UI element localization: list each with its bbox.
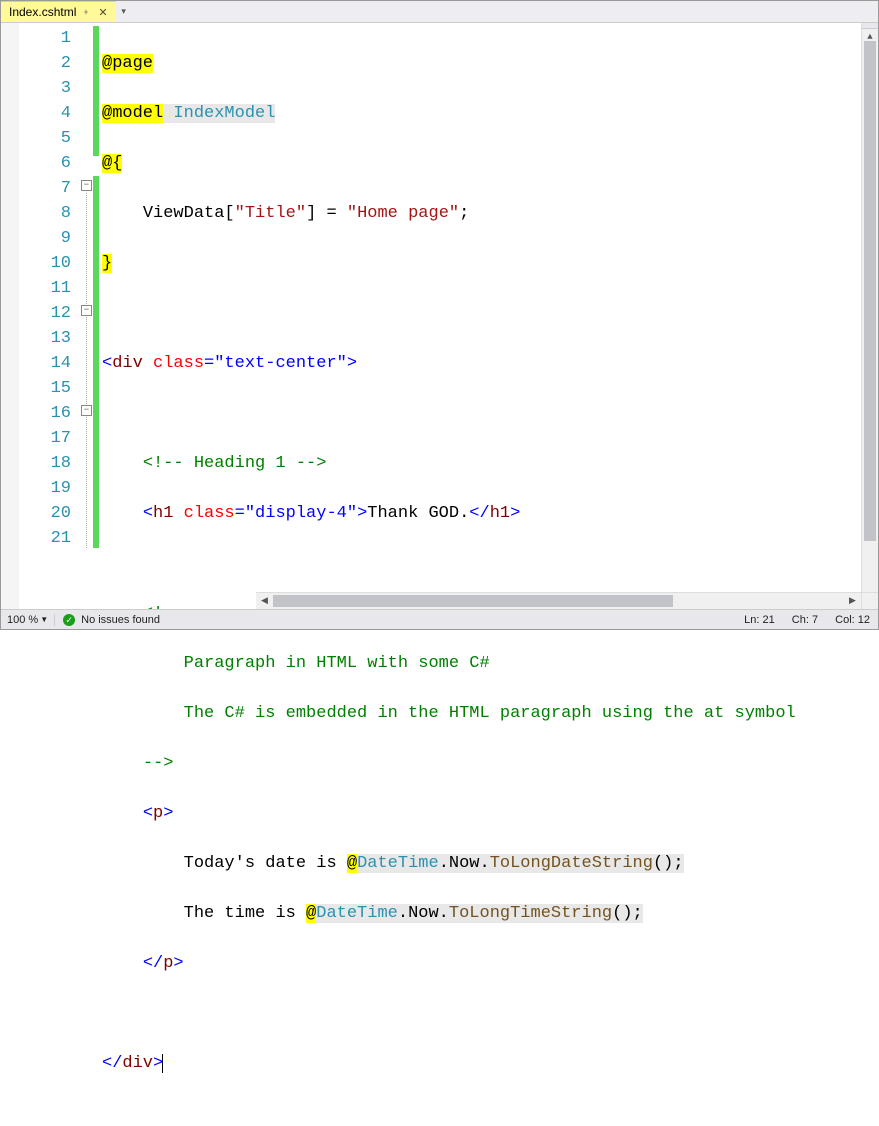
tab-filename: Index.cshtml [9,5,76,19]
fold-guide [86,193,87,548]
close-icon[interactable]: ✕ [96,6,109,19]
code-area[interactable]: @page @model IndexModel @{ ViewData["Tit… [99,23,878,611]
code-line [102,301,878,326]
code-line: @{ [102,151,878,176]
fold-margin: − − − [81,23,93,611]
code-line [102,1001,878,1026]
scrollbar-thumb[interactable] [273,595,673,607]
code-line: ViewData["Title"] = "Home page"; [102,201,878,226]
scrollbar-corner [861,592,878,609]
line-indicator: Ln: 21 [744,614,775,626]
zoom-selector[interactable]: 100 % ▼ [1,614,55,626]
horizontal-scrollbar[interactable]: ◀ ▶ [256,592,861,609]
code-line: Paragraph in HTML with some C# [102,651,878,676]
code-line: @model IndexModel [102,101,878,126]
code-line: The C# is embedded in the HTML paragraph… [102,701,878,726]
indicator-margin [1,23,19,611]
text-caret [162,1054,163,1073]
chevron-down-icon: ▼ [40,615,48,624]
fold-toggle-icon[interactable]: − [81,305,92,316]
char-indicator: Ch: 7 [792,614,818,626]
fold-toggle-icon[interactable]: − [81,405,92,416]
code-line: <div class="text-center"> [102,351,878,376]
code-line: </div> [102,1051,878,1076]
cursor-position[interactable]: Ln: 21 Ch: 7 Col: 12 [722,614,878,626]
code-line: <!-- Heading 1 --> [102,451,878,476]
fold-toggle-icon[interactable]: − [81,180,92,191]
status-bar: 100 % ▼ ✓ No issues found Ln: 21 Ch: 7 C… [1,609,878,629]
tab-bar: Index.cshtml ✕ ▾ [1,1,878,23]
code-line: <p> [102,801,878,826]
scrollbar-thumb[interactable] [864,41,876,541]
pin-icon[interactable] [82,8,90,16]
check-circle-icon: ✓ [63,614,75,626]
col-indicator: Col: 12 [835,614,870,626]
scroll-left-icon[interactable]: ◀ [256,593,273,609]
tab-overflow-icon[interactable]: ▾ [116,1,132,22]
code-line: </p> [102,951,878,976]
tab-active[interactable]: Index.cshtml ✕ [1,1,116,22]
issues-indicator[interactable]: ✓ No issues found [55,614,168,626]
code-line: <h1 class="display-4">Thank GOD.</h1> [102,501,878,526]
code-line [102,401,878,426]
code-line: Today's date is @DateTime.Now.ToLongDate… [102,851,878,876]
code-line: @page [102,51,878,76]
code-line: } [102,251,878,276]
code-editor[interactable]: 1234567 891011121314 15161718192021 − − … [1,23,878,611]
line-number-gutter: 1234567 891011121314 15161718192021 [19,23,81,611]
vertical-scrollbar[interactable]: ▲ ▼ [861,23,878,609]
code-line: --> [102,751,878,776]
code-line: The time is @DateTime.Now.ToLongTimeStri… [102,901,878,926]
scroll-right-icon[interactable]: ▶ [844,593,861,609]
code-line [102,551,878,576]
